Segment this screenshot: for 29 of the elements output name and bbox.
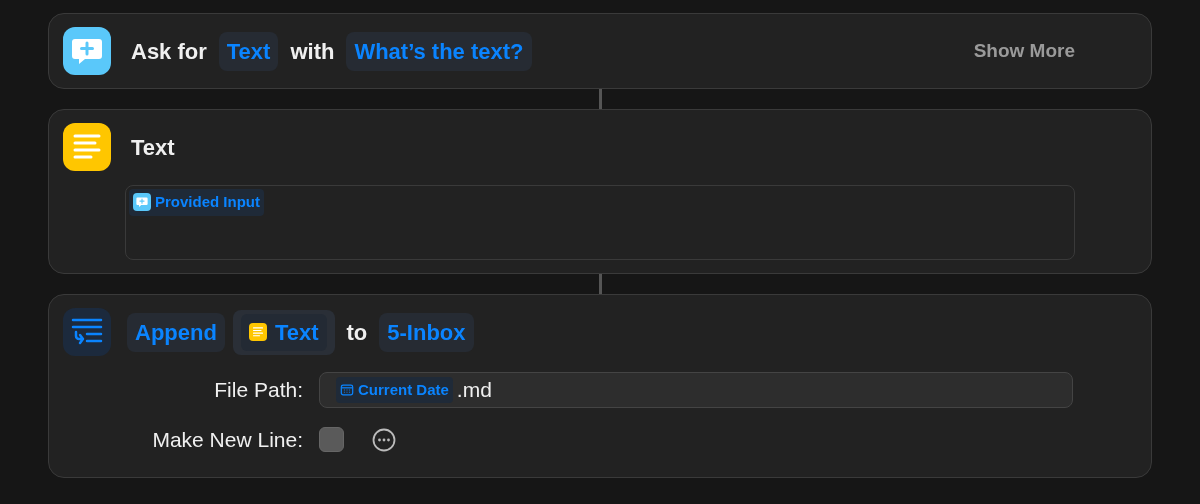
action-label: to: [345, 318, 369, 347]
path-suffix: .md: [456, 377, 492, 404]
append-lines-icon: [63, 308, 111, 356]
calendar-icon: [340, 383, 354, 397]
field-label: Make New Line:: [151, 427, 303, 453]
action-label: Ask for: [130, 37, 208, 66]
speech-bubble-icon: [133, 193, 151, 212]
parameter-token[interactable]: 5-Inbox: [379, 312, 474, 352]
action-card[interactable]: Append Text to 5-Inbox File Path: Current Date .md Make New Line:: [48, 294, 1152, 478]
parameter-token[interactable]: What’s the text?: [346, 31, 532, 71]
action-label: with: [289, 37, 336, 66]
action-label: Text: [130, 133, 176, 162]
action-card[interactable]: Ask for Text with What’s the text? Show More: [48, 13, 1152, 89]
field-label: File Path:: [213, 377, 303, 404]
checkbox[interactable]: [319, 427, 344, 453]
variable-pill[interactable]: Text: [232, 309, 335, 355]
variable-chip[interactable]: Provided Input: [129, 189, 264, 216]
speech-bubble-icon: [63, 27, 111, 75]
more-options-icon[interactable]: [372, 427, 396, 452]
variable-chip[interactable]: Current Date: [336, 376, 453, 404]
action-card[interactable]: Text Provided Input: [48, 109, 1152, 274]
text-lines-icon: [63, 123, 111, 171]
parameter-token[interactable]: Append: [127, 312, 225, 352]
variable-text: Text: [274, 318, 319, 347]
text-field[interactable]: Provided Input: [125, 185, 1075, 260]
parameter-token[interactable]: Text: [218, 31, 279, 71]
show-more-button[interactable]: Show More: [973, 36, 1075, 66]
text-lines-icon: [248, 323, 267, 341]
file-path-field[interactable]: Current Date .md: [319, 372, 1073, 408]
